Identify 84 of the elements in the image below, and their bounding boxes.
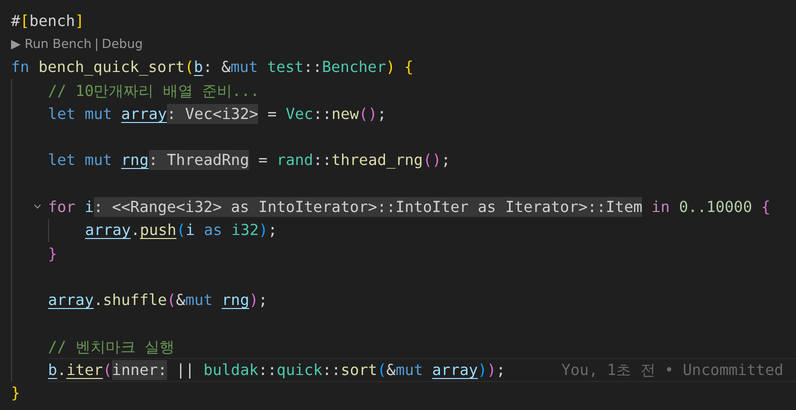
code-text: ; <box>496 360 506 380</box>
type-name: rand <box>276 150 314 170</box>
keyword: for <box>48 197 76 218</box>
code-text: || <box>175 360 196 380</box>
code-text: . <box>130 220 140 240</box>
code-text: bench <box>29 10 76 31</box>
number-literal: 0..10000 <box>678 197 754 218</box>
code-text: # <box>11 10 20 31</box>
inlay-hint: : ThreadRng <box>148 150 250 170</box>
keyword: in <box>650 197 671 218</box>
bracket: () <box>358 104 378 124</box>
bracket: ) <box>487 360 496 380</box>
inlay-hint: : <<Range<i32> as IntoIterator>::IntoIter as Iterator>::Item <box>94 197 642 218</box>
type-name: test <box>267 57 304 78</box>
bracket: ) <box>258 220 268 240</box>
bracket: [ <box>20 10 30 31</box>
method-name: push <box>140 220 176 240</box>
function-name: sort <box>340 360 378 380</box>
keyword: let mut <box>48 104 114 124</box>
bracket: ( <box>176 220 186 240</box>
bracket: } <box>11 383 20 404</box>
function-name: new <box>331 104 359 124</box>
code-text: . <box>94 290 103 310</box>
code-comment: // 벤치마크 실행 <box>48 336 175 357</box>
code-text: : & <box>203 57 230 78</box>
code-text: . <box>57 360 66 380</box>
bracket: ) <box>249 290 258 310</box>
code-text: = <box>257 150 268 170</box>
code-comment: // 10만개짜리 배열 준비... <box>48 80 260 101</box>
function-name: bench_quick_sort <box>38 57 185 78</box>
type-name: quick <box>276 360 322 380</box>
variable: b <box>48 360 58 380</box>
bracket: ( <box>377 360 386 380</box>
code-text: = <box>266 104 278 124</box>
keyword: mut <box>185 290 214 310</box>
codelens-link[interactable]: Debug <box>102 36 143 52</box>
code-text: :: <box>258 360 277 380</box>
variable: b <box>194 57 204 78</box>
variable: rng <box>121 150 149 170</box>
keyword: let mut <box>48 150 114 170</box>
function-name: shuffle <box>102 290 167 310</box>
separator-text: | <box>94 36 99 52</box>
variable: array <box>121 104 167 124</box>
bracket: () <box>422 150 442 170</box>
variable: i <box>84 197 94 218</box>
keyword: mut <box>396 360 424 380</box>
inlay-hint: inner: <box>112 360 167 380</box>
function-name: thread_rng <box>332 150 423 170</box>
code-text: :: <box>304 57 322 78</box>
code-text: ; <box>441 150 450 170</box>
bracket: ) <box>386 57 396 78</box>
blame-annotation: You, 1초 전 • Uncommitted <box>561 360 784 380</box>
chevron-down-icon[interactable] <box>34 204 41 210</box>
bracket: ( <box>102 360 112 380</box>
bracket: ) <box>478 360 488 380</box>
bracket: { <box>761 197 770 218</box>
bracket: ( <box>166 290 176 310</box>
bracket: { <box>404 57 414 78</box>
type-name: Vec <box>286 104 314 124</box>
type-name: buldak <box>204 360 258 380</box>
method-name: iter <box>66 360 103 380</box>
variable: rng <box>222 290 250 310</box>
code-text: :: <box>313 104 332 124</box>
code-text: ; <box>258 290 268 310</box>
inlay-hint: : Vec<i32> <box>166 104 258 124</box>
code-text: & <box>176 290 186 310</box>
codelens-link[interactable]: ▶ Run Bench <box>11 36 92 52</box>
variable: array <box>48 290 94 310</box>
code-text: & <box>386 360 396 380</box>
code-text: ; <box>377 104 386 124</box>
variable: array <box>432 360 478 380</box>
keyword: fn <box>11 57 30 78</box>
code-text: :: <box>313 150 332 170</box>
bracket: } <box>48 244 58 264</box>
bracket: ] <box>75 10 84 31</box>
type-name: i32 <box>231 220 259 240</box>
variable: i <box>186 220 196 240</box>
keyword: as <box>204 220 224 240</box>
code-text: ; <box>268 220 278 240</box>
code-text: :: <box>322 360 341 380</box>
variable: array <box>85 220 131 240</box>
bracket: ( <box>184 57 194 78</box>
keyword: mut <box>230 57 259 78</box>
type-name: Bencher <box>322 57 386 78</box>
